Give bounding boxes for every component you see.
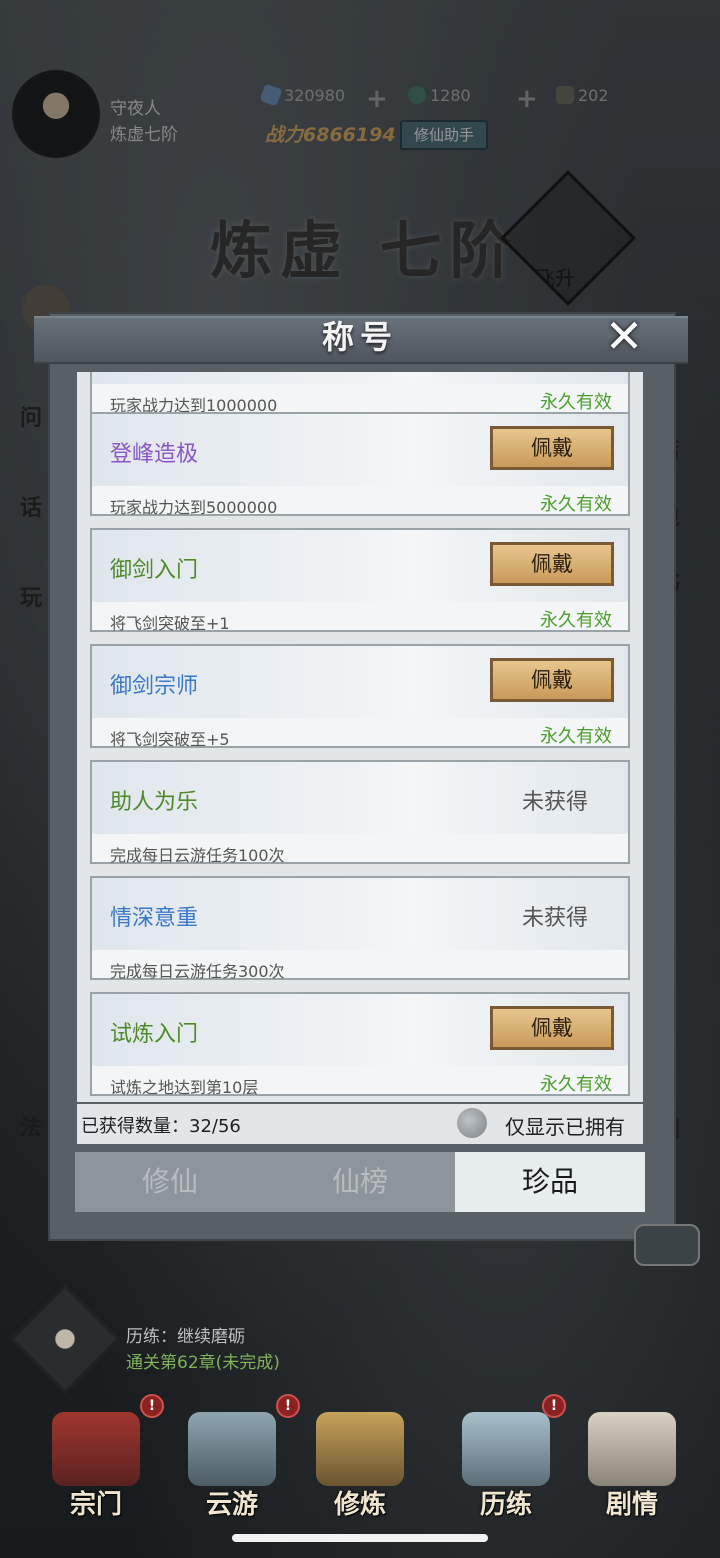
not-obtained-label: 未获得: [521, 790, 588, 815]
nav-travel[interactable]: ! 云游: [172, 1392, 300, 1522]
sect-icon: [52, 1412, 140, 1486]
title-card: 助人为乐 未获得 完成每日云游任务100次: [90, 760, 630, 865]
nav-label: 修炼: [333, 1490, 386, 1520]
title-desc: 试炼之地达到第10层: [110, 1078, 259, 1097]
nav-story[interactable]: 剧情: [572, 1392, 692, 1522]
show-owned-label[interactable]: 仅显示已拥有: [505, 1111, 625, 1140]
nav-trial[interactable]: ! 历练: [446, 1392, 566, 1522]
title-effect: 永久有效: [540, 392, 612, 413]
wear-button[interactable]: 佩戴: [490, 1006, 614, 1050]
title-desc: 完成每日云游任务100次: [110, 846, 285, 865]
nav-label: 剧情: [605, 1490, 658, 1520]
nav-label: 宗门: [69, 1490, 122, 1520]
title-name: 助人为乐: [110, 790, 199, 815]
travel-icon: [188, 1412, 276, 1486]
title-list[interactable]: 玩家战力达到1000000 永久有效 登峰造极 佩戴 玩家战力达到5000000…: [77, 372, 643, 1102]
title-name: 御剑宗师: [110, 674, 199, 699]
wear-button[interactable]: 佩戴: [490, 658, 614, 702]
quest-subtitle: 通关第62章(未完成): [126, 1353, 280, 1373]
quest-title[interactable]: 历练：继续磨砺: [126, 1322, 245, 1347]
title-card: 御剑宗师 佩戴 将飞剑突破至+5 永久有效: [90, 644, 630, 749]
not-obtained-label: 未获得: [521, 906, 588, 931]
dialog-tabs: 修仙 仙榜 珍品: [75, 1152, 645, 1212]
title-name: 试炼入门: [110, 1022, 199, 1047]
close-icon[interactable]: ✕: [596, 308, 652, 364]
chat-icon[interactable]: [634, 1224, 700, 1266]
title-card: 试炼入门 佩戴 试炼之地达到第10层 永久有效: [90, 992, 630, 1097]
title-card-partial: 玩家战力达到1000000 永久有效: [90, 372, 630, 415]
tab-cultivation[interactable]: 修仙: [75, 1152, 265, 1212]
title-desc: 将飞剑突破至+5: [110, 730, 230, 749]
title-effect: 永久有效: [540, 494, 612, 515]
title-desc: 完成每日云游任务300次: [110, 962, 285, 981]
title-desc: 将飞剑突破至+1: [110, 614, 230, 633]
title-name: 登峰造极: [110, 442, 199, 467]
home-indicator[interactable]: [232, 1534, 488, 1542]
story-icon: [588, 1412, 676, 1486]
wear-button[interactable]: 佩戴: [490, 426, 614, 470]
bottom-nav: ! 宗门 ! 云游 修炼 ! 历练 剧情: [0, 1392, 720, 1532]
cultivate-icon: [316, 1412, 404, 1486]
title-effect: 永久有效: [540, 726, 612, 747]
title-card: 御剑入门 佩戴 将飞剑突破至+1 永久有效: [90, 528, 630, 633]
dialog-footer: 已获得数量：32/56 仅显示已拥有: [77, 1104, 643, 1144]
title-card: 情深意重 未获得 完成每日云游任务300次: [90, 876, 630, 981]
nav-label: 云游: [205, 1490, 258, 1520]
title-effect: 永久有效: [540, 1074, 612, 1095]
alert-badge: !: [542, 1394, 566, 1418]
owned-count: 已获得数量：32/56: [81, 1116, 241, 1137]
title-name: 情深意重: [110, 906, 199, 931]
nav-sect[interactable]: ! 宗门: [36, 1392, 164, 1522]
title-name: 御剑入门: [110, 558, 199, 583]
title-effect: 永久有效: [540, 610, 612, 631]
tab-treasure[interactable]: 珍品: [455, 1152, 645, 1212]
nav-label: 历练: [479, 1490, 532, 1520]
title-card: 登峰造极 佩戴 玩家战力达到5000000 永久有效: [90, 412, 630, 517]
title-desc: 玩家战力达到5000000: [110, 498, 278, 517]
nav-cultivate[interactable]: 修炼: [300, 1392, 420, 1522]
trial-icon: [462, 1412, 550, 1486]
alert-badge: !: [140, 1394, 164, 1418]
show-owned-toggle[interactable]: [457, 1108, 487, 1138]
wear-button[interactable]: 佩戴: [490, 542, 614, 586]
tab-ranking[interactable]: 仙榜: [265, 1152, 455, 1212]
alert-badge: !: [276, 1394, 300, 1418]
